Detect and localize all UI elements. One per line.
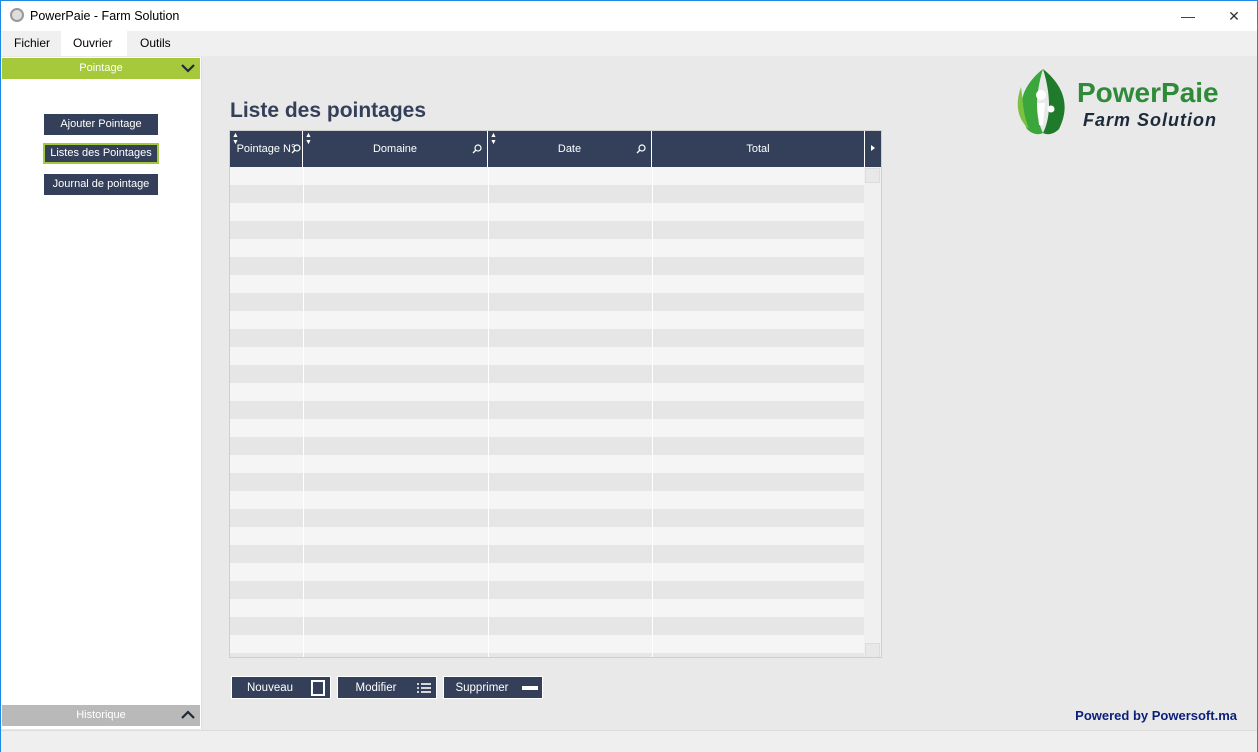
menu-bar: Fichier Ouvrier Outils [1,31,1257,56]
modifier-label: Modifier [355,682,397,694]
column-header-label: Date [557,143,582,155]
sort-icon[interactable]: ▲ ▼ [232,132,239,146]
column-divider [652,167,653,657]
supprimer-label: Supprimer [455,682,509,694]
menu-ouvrier[interactable]: Ouvrier [61,31,127,56]
column-header-date[interactable]: ▲ ▼ Date [488,131,652,167]
column-header-label: Domaine [372,143,418,155]
list-edit-icon [417,683,431,693]
grid-rows [230,167,865,657]
column-header-label: Total [746,143,770,155]
app-window: PowerPaie - Farm Solution — ✕ Fichier Ou… [0,0,1258,752]
table-row [230,563,865,581]
close-button[interactable]: ✕ [1211,1,1257,31]
sidebar: Pointage Ajouter Pointage Listes des Poi… [1,57,202,729]
table-row [230,581,865,599]
table-row [230,473,865,491]
nouveau-button[interactable]: Nouveau [231,676,331,699]
sort-icon[interactable]: ▲ ▼ [305,132,312,146]
column-divider [303,167,304,657]
status-bar [1,730,1257,752]
table-row [230,527,865,545]
sort-icon[interactable]: ▲ ▼ [490,132,497,146]
accordion-pointage-label: Pointage [79,62,123,74]
caret-right-icon [871,145,875,151]
table-row [230,257,865,275]
table-row [230,617,865,635]
maximize-button[interactable] [1165,0,1211,29]
table-row [230,221,865,239]
scroll-down-button[interactable] [865,643,880,657]
table-row [230,509,865,527]
table-row [230,185,865,203]
table-row [230,275,865,293]
search-icon[interactable] [472,131,482,167]
table-row [230,401,865,419]
column-header-pointage-no[interactable]: ▲ ▼ Pointage N° [230,131,303,167]
menu-outils[interactable]: Outils [128,31,183,56]
supprimer-button[interactable]: Supprimer [443,676,543,699]
column-header-domaine[interactable]: ▲ ▼ Domaine [303,131,488,167]
search-icon[interactable] [291,131,301,167]
logo-tagline: Farm Solution [1083,110,1217,130]
powerpaie-logo: PowerPaie Farm Solution [1013,67,1243,139]
new-document-icon [311,680,325,696]
menu-fichier[interactable]: Fichier [2,31,62,56]
column-header-total[interactable]: Total [652,131,865,167]
table-row [230,167,865,185]
accordion-historique-label: Historique [76,709,126,721]
column-divider [488,167,489,657]
title-bar: PowerPaie - Farm Solution — ✕ [1,1,1257,31]
table-row [230,203,865,221]
accordion-pointage-header[interactable]: Pointage [2,58,200,79]
page-title: Liste des pointages [230,99,427,122]
app-icon [10,8,24,22]
pointages-grid[interactable]: ▲ ▼ Pointage N° ▲ ▼ Domaine ▲ ▼ Date Tota [229,130,882,658]
nouveau-label: Nouveau [246,682,294,694]
powered-by-text: Powered by Powersoft.ma [1075,708,1237,723]
ajouter-pointage-button[interactable]: Ajouter Pointage [44,114,158,135]
table-row [230,437,865,455]
chevron-up-icon [181,710,195,719]
table-row [230,365,865,383]
vertical-scrollbar[interactable] [864,167,881,657]
accordion-historique-header[interactable]: Historique [2,705,200,726]
listes-pointages-button[interactable]: Listes des Pointages [43,143,159,164]
table-row [230,635,865,653]
table-row [230,491,865,509]
table-row [230,239,865,257]
search-icon[interactable] [636,131,646,167]
leaf-logo-icon [1017,69,1065,135]
modifier-button[interactable]: Modifier [337,676,437,699]
window-title: PowerPaie - Farm Solution [30,9,180,23]
table-row [230,383,865,401]
column-chooser-button[interactable] [864,131,881,167]
chevron-down-icon [181,64,195,73]
scroll-up-button[interactable] [865,168,880,183]
table-row [230,653,865,657]
table-row [230,599,865,617]
column-header-label: Pointage N° [236,143,296,155]
table-row [230,545,865,563]
table-row [230,311,865,329]
table-row [230,329,865,347]
journal-pointage-button[interactable]: Journal de pointage [44,174,158,195]
table-row [230,347,865,365]
table-row [230,293,865,311]
table-row [230,419,865,437]
table-row [230,455,865,473]
logo-name: PowerPaie [1077,77,1219,108]
minus-icon [522,686,538,690]
